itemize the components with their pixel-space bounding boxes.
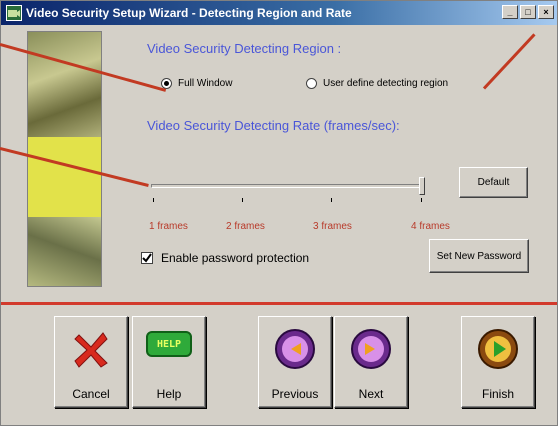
rate-slider-track[interactable] — [151, 184, 423, 188]
next-arrow-icon — [349, 327, 393, 374]
enable-password-checkbox-row[interactable]: Enable password protection — [141, 251, 309, 265]
help-icon-text: HELP — [146, 331, 192, 357]
wizard-window: Video Security Setup Wizard - Detecting … — [0, 0, 558, 426]
enable-password-label: Enable password protection — [161, 251, 310, 265]
set-new-password-button[interactable]: Set New Password — [429, 239, 529, 273]
region-heading: Video Security Detecting Region : — [147, 41, 342, 56]
finish-play-icon — [476, 327, 520, 374]
finish-button[interactable]: Finish — [461, 316, 535, 408]
help-button[interactable]: HELP Help — [132, 316, 206, 408]
help-label: Help — [156, 387, 182, 401]
slider-tick — [331, 198, 332, 202]
previous-button[interactable]: Previous — [258, 316, 332, 408]
tick-label-2: 2 frames — [226, 221, 265, 232]
slider-tick — [421, 198, 422, 202]
previous-label: Previous — [271, 387, 319, 401]
divider-line — [1, 302, 557, 305]
cancel-x-icon — [69, 327, 113, 374]
radio-user-define-region[interactable]: User define detecting region — [306, 78, 448, 89]
photo-image-top — [28, 32, 101, 137]
finish-label: Finish — [481, 387, 514, 401]
rate-slider-thumb[interactable] — [419, 177, 425, 195]
rate-heading: Video Security Detecting Rate (frames/se… — [147, 118, 400, 133]
radio-label-full-window: Full Window — [178, 78, 233, 89]
default-button[interactable]: Default — [459, 167, 528, 198]
next-button[interactable]: Next — [334, 316, 408, 408]
slider-tick — [153, 198, 154, 202]
window-title: Video Security Setup Wizard - Detecting … — [26, 6, 352, 20]
cancel-label: Cancel — [72, 387, 110, 401]
app-icon — [6, 5, 22, 21]
photo-image-bottom — [28, 217, 101, 286]
close-button[interactable]: × — [538, 5, 554, 19]
radio-button[interactable] — [306, 78, 317, 89]
slider-tick — [242, 198, 243, 202]
radio-full-window[interactable]: Full Window — [161, 78, 232, 89]
tick-label-4: 4 frames — [411, 221, 450, 232]
radio-label-user-define: User define detecting region — [323, 78, 449, 89]
tick-label-1: 1 frames — [149, 221, 188, 232]
maximize-button[interactable]: □ — [520, 5, 536, 19]
enable-password-checkbox[interactable] — [141, 252, 153, 264]
cancel-button[interactable]: Cancel — [54, 316, 128, 408]
help-icon: HELP — [146, 331, 192, 357]
next-label: Next — [358, 387, 384, 401]
tick-label-3: 3 frames — [313, 221, 352, 232]
photo-image-middle — [28, 137, 101, 217]
title-bar[interactable]: Video Security Setup Wizard - Detecting … — [1, 1, 557, 25]
previous-arrow-icon — [273, 327, 317, 374]
minimize-button[interactable]: _ — [502, 5, 518, 19]
checkmark-icon — [142, 253, 152, 263]
